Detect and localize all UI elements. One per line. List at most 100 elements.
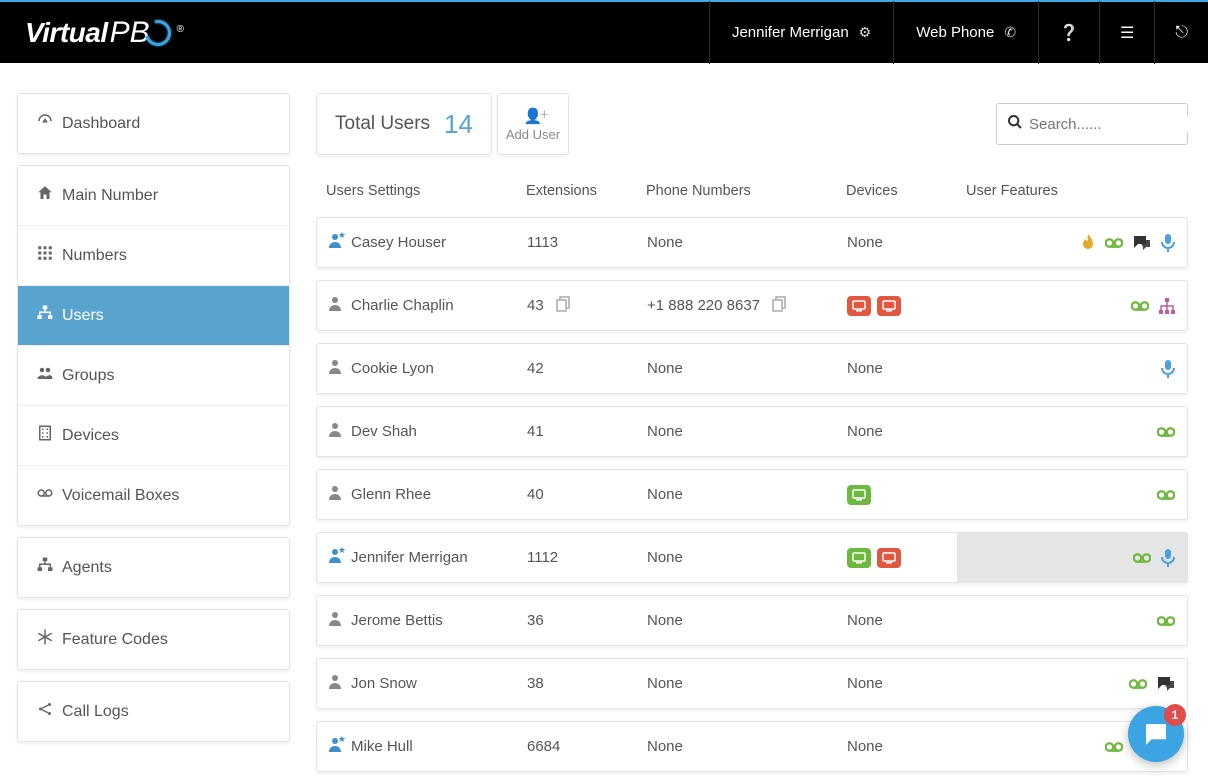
voicemail-icon[interactable] xyxy=(1157,425,1175,439)
sidebar-item-label: Voicemail Boxes xyxy=(62,487,179,505)
phone-value: None xyxy=(647,738,683,755)
devices-none: None xyxy=(847,675,883,692)
extension-cell: 42 xyxy=(517,344,637,393)
device-badge[interactable] xyxy=(877,296,901,316)
sidebar-item-call-logs[interactable]: Call Logs xyxy=(18,682,289,741)
table-row[interactable]: ★Jon Snow38NoneNone xyxy=(316,658,1188,709)
user-name: Jon Snow xyxy=(351,675,417,692)
sidebar-item-label: Dashboard xyxy=(62,115,140,133)
extension-value: 1113 xyxy=(527,234,558,251)
phone-cell: None xyxy=(637,344,837,393)
voicemail-icon[interactable] xyxy=(1133,551,1151,565)
device-badge[interactable] xyxy=(847,485,871,505)
table-row[interactable]: ★Charlie Chaplin43+1 888 220 8637 xyxy=(316,280,1188,331)
sidebar-item-numbers[interactable]: Numbers xyxy=(18,226,289,286)
chat-icon[interactable] xyxy=(1157,676,1175,692)
devices-none: None xyxy=(847,360,883,377)
voicemail-icon[interactable] xyxy=(1129,677,1147,691)
user-icon: ★ xyxy=(327,358,343,379)
sidebar-item-voicemail-boxes[interactable]: Voicemail Boxes xyxy=(18,466,289,525)
voicemail-icon[interactable] xyxy=(1131,299,1149,313)
user-icon: ★ xyxy=(327,736,343,757)
mic-icon[interactable] xyxy=(1161,234,1175,252)
help-button[interactable]: ❔ xyxy=(1038,1,1099,64)
user-name: Jerome Bettis xyxy=(351,612,443,629)
sidebar-item-dashboard[interactable]: Dashboard xyxy=(18,94,289,153)
sidebar-item-users[interactable]: Users xyxy=(18,286,289,346)
sidebar-item-feature-codes[interactable]: Feature Codes xyxy=(18,610,289,669)
extension-value: 38 xyxy=(527,675,544,692)
features-cell xyxy=(957,218,1187,267)
voicemail-icon xyxy=(36,484,62,507)
account-menu[interactable]: Jennifer Merrigan ⚙ xyxy=(709,1,893,64)
table-row[interactable]: ★Glenn Rhee40None xyxy=(316,469,1188,520)
voicemail-icon[interactable] xyxy=(1105,740,1123,754)
add-user-button[interactable]: 👤＋ Add User xyxy=(497,93,569,155)
copy-icon[interactable] xyxy=(772,296,786,315)
user-icon: ★ xyxy=(327,673,343,694)
chat-icon[interactable] xyxy=(1133,235,1151,251)
extension-cell: 1112 xyxy=(517,533,637,582)
chat-unread-badge: 1 xyxy=(1164,704,1186,726)
voicemail-icon[interactable] xyxy=(1105,236,1123,250)
user-name: Jennifer Merrigan xyxy=(351,549,468,566)
hamburger-icon: ☰ xyxy=(1120,23,1134,43)
table-row[interactable]: ★Jerome Bettis36NoneNone xyxy=(316,595,1188,646)
extension-value: 43 xyxy=(527,297,544,314)
extension-cell: 1113 xyxy=(517,218,637,267)
devices-cell xyxy=(837,281,957,330)
logout-button[interactable]: ⎋ xyxy=(1154,1,1208,64)
table-row[interactable]: ★Jennifer Merrigan1112None xyxy=(316,532,1188,583)
search-box xyxy=(996,103,1188,145)
user-name: Cookie Lyon xyxy=(351,360,434,377)
sidebar-item-agents[interactable]: Agents xyxy=(18,538,289,597)
search-icon xyxy=(1007,114,1023,135)
col-extensions: Extensions xyxy=(526,183,646,199)
sidebar-item-label: Main Number xyxy=(62,187,158,205)
table-row[interactable]: ★Mike Hull6684NoneNone xyxy=(316,721,1188,772)
mic-icon[interactable] xyxy=(1161,360,1175,378)
col-users-settings: Users Settings xyxy=(326,183,526,199)
extension-cell: 36 xyxy=(517,596,637,645)
table-row[interactable]: ★Casey Houser1113NoneNone xyxy=(316,217,1188,268)
extension-value: 41 xyxy=(527,423,544,440)
phone-cell: None xyxy=(637,596,837,645)
topbar: Virtual PB ® Jennifer Merrigan ⚙ Web Pho… xyxy=(0,0,1208,63)
grid-icon xyxy=(36,244,62,267)
sidebar-item-main-number[interactable]: Main Number xyxy=(18,166,289,226)
hotdesk-icon[interactable] xyxy=(1081,234,1095,252)
chat-widget[interactable]: 1 xyxy=(1128,706,1184,762)
user-name-cell: ★Casey Houser xyxy=(317,218,517,267)
device-badge[interactable] xyxy=(847,296,871,316)
table-row[interactable]: ★Dev Shah41NoneNone xyxy=(316,406,1188,457)
user-icon: ★ xyxy=(327,547,343,568)
user-name-cell: ★ Cookie Lyon xyxy=(317,344,517,393)
extension-value: 40 xyxy=(527,486,544,503)
mic-icon[interactable] xyxy=(1161,549,1175,567)
table-row[interactable]: ★ Cookie Lyon 42 None None xyxy=(316,343,1188,394)
devices-cell xyxy=(837,533,957,582)
copy-icon[interactable] xyxy=(556,296,570,315)
network-icon[interactable] xyxy=(1159,298,1175,314)
device-badge[interactable] xyxy=(877,548,901,568)
search-input[interactable] xyxy=(1029,116,1198,133)
voicemail-icon[interactable] xyxy=(1157,614,1175,628)
logout-icon: ⎋ xyxy=(1175,24,1188,42)
device-badge[interactable] xyxy=(847,548,871,568)
webphone-button[interactable]: Web Phone ✆ xyxy=(893,1,1038,64)
extension-value: 1112 xyxy=(527,549,558,566)
phone-value: None xyxy=(647,360,683,377)
phone-value: None xyxy=(647,423,683,440)
sidebar-item-devices[interactable]: Devices xyxy=(18,406,289,466)
user-icon: ★ xyxy=(327,295,343,316)
menu-toggle[interactable]: ☰ xyxy=(1099,1,1154,64)
user-icon: ★ xyxy=(327,421,343,442)
sidebar-item-groups[interactable]: Groups xyxy=(18,346,289,406)
devices-none: None xyxy=(847,234,883,251)
gear-icon: ⚙ xyxy=(859,24,872,41)
top-actions: Jennifer Merrigan ⚙ Web Phone ✆ ❔ ☰ ⎋ xyxy=(709,1,1208,64)
features-cell xyxy=(957,344,1187,393)
asterisk-icon xyxy=(36,628,62,651)
sidebar-item-label: Groups xyxy=(62,367,114,385)
voicemail-icon[interactable] xyxy=(1157,488,1175,502)
